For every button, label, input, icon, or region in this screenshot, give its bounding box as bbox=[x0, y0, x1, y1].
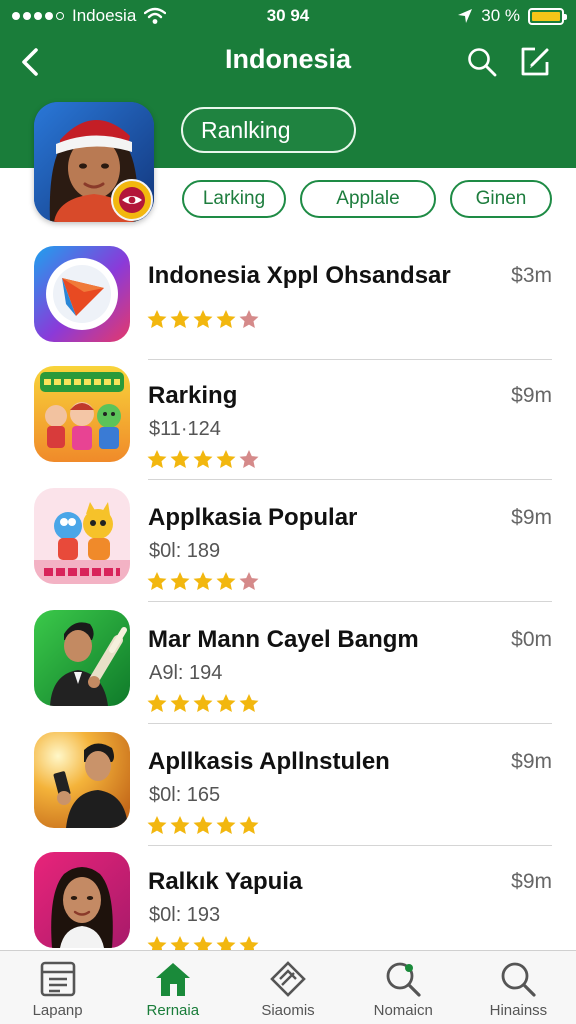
search-icon bbox=[502, 962, 537, 997]
star-icon bbox=[170, 694, 190, 712]
app-icon-characters bbox=[34, 488, 130, 584]
tab-label: Rernaia bbox=[146, 1002, 200, 1019]
app-title: Rarking bbox=[148, 382, 238, 409]
star-icon bbox=[239, 572, 259, 590]
rating-stars bbox=[146, 570, 260, 592]
nav-bar: Indonesia bbox=[0, 38, 576, 88]
app-subtitle: $11·124 bbox=[149, 418, 221, 440]
app-price: $9m bbox=[511, 750, 552, 773]
list-icon bbox=[40, 961, 75, 997]
tab-label: Siaomis bbox=[261, 1002, 315, 1019]
app-icon-man-green bbox=[34, 610, 130, 706]
star-icon bbox=[239, 310, 259, 328]
app-screen: Indoesia 30 94 30 % Indonesia Ranlking L… bbox=[0, 0, 576, 1024]
app-subtitle: A9l: 194 bbox=[149, 662, 223, 684]
tab-label: Hinainss bbox=[489, 1002, 548, 1019]
list-item[interactable]: Rarking $9m $11·124 bbox=[0, 360, 576, 480]
star-icon bbox=[216, 816, 236, 834]
app-title: Ralkık Yapuia bbox=[148, 868, 303, 895]
rating-stars bbox=[146, 692, 260, 714]
list-item[interactable]: Mar Mann Cayel Bangm $0m A9l: 194 bbox=[0, 604, 576, 724]
tab-label: Nomaicn bbox=[373, 1002, 433, 1019]
ranking-chip[interactable]: Ranlking bbox=[181, 107, 356, 153]
list-item[interactable]: Apllkasis Apllnstulen $9m $0l: 165 bbox=[0, 726, 576, 846]
star-icon bbox=[239, 694, 259, 712]
filter-chip-larking[interactable]: Larking bbox=[182, 180, 286, 218]
diamond-icon bbox=[270, 961, 306, 997]
star-icon bbox=[170, 572, 190, 590]
rating-stars bbox=[146, 448, 260, 470]
tab-siaomis[interactable]: Siaomis bbox=[230, 951, 345, 1024]
divider bbox=[148, 723, 552, 724]
star-icon bbox=[193, 572, 213, 590]
star-icon bbox=[147, 572, 167, 590]
app-price: $3m bbox=[511, 264, 552, 287]
app-icon-cartoon bbox=[34, 366, 130, 462]
search-icon bbox=[386, 962, 421, 997]
list-item[interactable]: Ralkık Yapuia $9m $0l: 193 bbox=[0, 846, 576, 966]
portrait-icon bbox=[34, 102, 154, 222]
app-price: $9m bbox=[511, 384, 552, 407]
app-icon-man-phone bbox=[34, 732, 130, 828]
app-subtitle: $0l: 189 bbox=[149, 540, 221, 562]
featured-app-icon[interactable] bbox=[34, 102, 154, 222]
search-icon bbox=[468, 48, 497, 77]
star-icon bbox=[170, 816, 190, 834]
star-icon bbox=[170, 450, 190, 468]
location-arrow-icon bbox=[458, 9, 473, 23]
star-icon bbox=[216, 310, 236, 328]
home-icon bbox=[155, 963, 190, 996]
tab-rernaia[interactable]: Rernaia bbox=[115, 951, 230, 1024]
app-title: Apllkasis Apllnstulen bbox=[148, 748, 390, 775]
star-icon bbox=[147, 450, 167, 468]
tab-hinainss[interactable]: Hinainss bbox=[461, 951, 576, 1024]
divider bbox=[148, 601, 552, 602]
app-title: Indonesia Xppl Ohsandsar bbox=[148, 262, 451, 289]
divider bbox=[148, 479, 552, 480]
filter-chips: Larking Applale Ginen bbox=[182, 180, 552, 218]
status-right: 30 % bbox=[457, 6, 567, 26]
star-icon bbox=[216, 694, 236, 712]
edit-icon bbox=[521, 47, 549, 76]
star-icon bbox=[147, 816, 167, 834]
app-title: Applkasia Popular bbox=[148, 504, 358, 531]
rating-stars bbox=[146, 814, 260, 836]
list-item[interactable]: Applkasia Popular $9m $0l: 189 bbox=[0, 482, 576, 602]
app-subtitle: $0l: 165 bbox=[149, 784, 221, 806]
rating-stars bbox=[146, 308, 260, 330]
star-icon bbox=[147, 694, 167, 712]
search-button[interactable] bbox=[466, 46, 498, 78]
compose-button[interactable] bbox=[518, 45, 552, 79]
tab-bar: Lapanp Rernaia Siaomis Nomaicn Hinainss bbox=[0, 950, 576, 1024]
app-price: $0m bbox=[511, 628, 552, 651]
app-title: Mar Mann Cayel Bangm bbox=[148, 626, 419, 653]
star-icon bbox=[193, 694, 213, 712]
star-icon bbox=[193, 310, 213, 328]
app-price: $9m bbox=[511, 506, 552, 529]
app-icon-play bbox=[34, 246, 130, 342]
star-icon bbox=[193, 816, 213, 834]
star-icon bbox=[239, 450, 259, 468]
star-icon bbox=[216, 450, 236, 468]
filter-chip-applale[interactable]: Applale bbox=[300, 180, 436, 218]
star-icon bbox=[216, 572, 236, 590]
battery-percent: 30 % bbox=[481, 6, 520, 25]
star-icon bbox=[170, 310, 190, 328]
tab-nomaicn[interactable]: Nomaicn bbox=[346, 951, 461, 1024]
battery-icon bbox=[528, 7, 567, 25]
app-icon-woman bbox=[34, 852, 130, 948]
list-item[interactable]: Indonesia Xppl Ohsandsar $3m bbox=[0, 240, 576, 360]
star-icon bbox=[239, 816, 259, 834]
star-icon bbox=[147, 310, 167, 328]
tab-label: Lapanp bbox=[32, 1002, 83, 1019]
filter-chip-ginen[interactable]: Ginen bbox=[450, 180, 552, 218]
app-subtitle: $0l: 193 bbox=[149, 904, 221, 926]
star-icon bbox=[193, 450, 213, 468]
status-bar: Indoesia 30 94 30 % bbox=[0, 0, 576, 34]
app-price: $9m bbox=[511, 870, 552, 893]
tab-lapanp[interactable]: Lapanp bbox=[0, 951, 115, 1024]
